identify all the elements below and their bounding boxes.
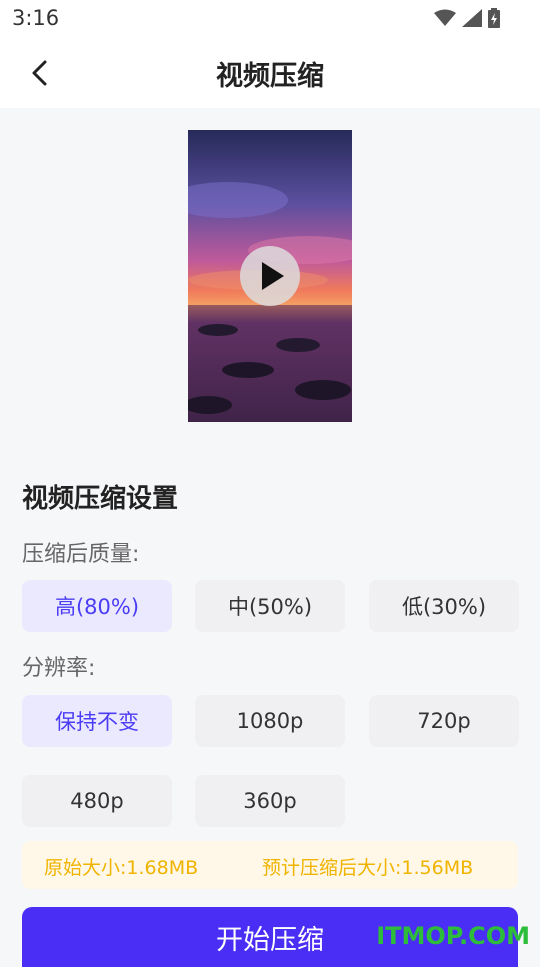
- resolution-option-1080p[interactable]: 1080p: [195, 695, 345, 747]
- size-info-banner: 原始大小:1.68MB 预计压缩后大小:1.56MB: [22, 841, 518, 889]
- page-title: 视频压缩: [216, 61, 324, 92]
- play-button[interactable]: [240, 246, 300, 306]
- app-bar: 视频压缩: [0, 38, 540, 108]
- quality-option-medium[interactable]: 中(50%): [195, 580, 345, 632]
- resolution-option-keep[interactable]: 保持不变: [22, 695, 172, 747]
- resolution-option-720p[interactable]: 720p: [369, 695, 519, 747]
- play-icon: [262, 262, 284, 290]
- status-time: 3:16: [12, 6, 60, 30]
- status-bar: 3:16: [0, 0, 540, 38]
- quality-label: 压缩后质量:: [22, 542, 140, 567]
- watermark-logo: ITMOP.COM: [376, 922, 530, 950]
- original-size: 原始大小:1.68MB: [44, 857, 199, 879]
- status-icons: [434, 8, 500, 28]
- estimated-size: 预计压缩后大小:1.56MB: [262, 857, 474, 879]
- battery-icon: [488, 8, 500, 28]
- resolution-option-360p[interactable]: 360p: [195, 775, 345, 827]
- quality-option-low[interactable]: 低(30%): [369, 580, 519, 632]
- settings-title: 视频压缩设置: [22, 484, 179, 514]
- resolution-label: 分辨率:: [22, 656, 96, 681]
- signal-icon: [462, 9, 482, 27]
- quality-option-high[interactable]: 高(80%): [22, 580, 172, 632]
- wifi-icon: [434, 9, 456, 26]
- video-preview[interactable]: [188, 130, 352, 422]
- resolution-option-480p[interactable]: 480p: [22, 775, 172, 827]
